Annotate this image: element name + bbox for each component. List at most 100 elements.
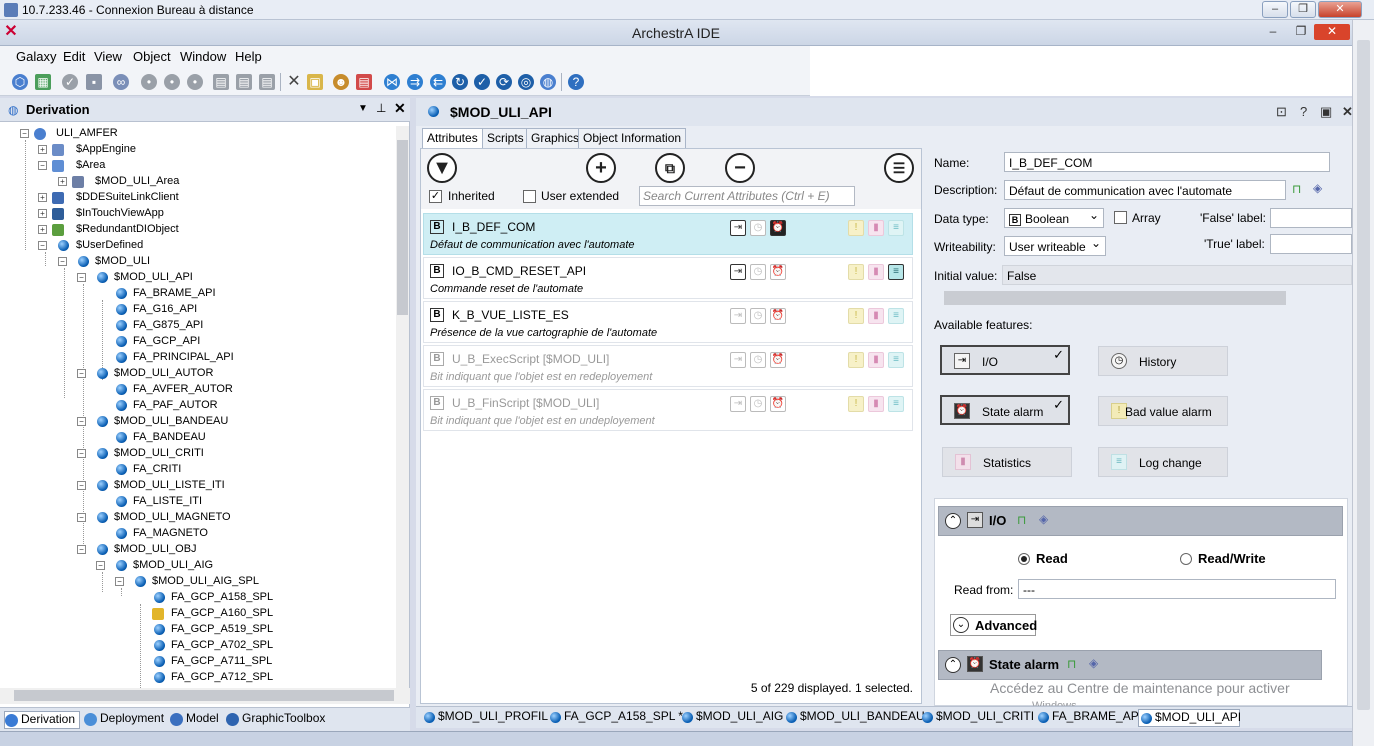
writeability-select[interactable]: User writeable bbox=[1004, 236, 1106, 256]
unlock-icon[interactable]: ⊓ bbox=[1067, 657, 1076, 671]
description-input[interactable]: Défaut de communication avec l'automate bbox=[1004, 180, 1286, 200]
bad-value-alarm-icon[interactable]: ! bbox=[848, 264, 864, 280]
name-input[interactable]: I_B_DEF_COM bbox=[1004, 152, 1330, 172]
history-feature-icon[interactable]: ◷ bbox=[750, 220, 766, 236]
menu-view[interactable]: View bbox=[94, 49, 122, 64]
read-write-radio[interactable] bbox=[1180, 553, 1192, 565]
redeploy-icon[interactable]: ↻ bbox=[452, 74, 468, 90]
filter-icon[interactable]: ▼ bbox=[427, 153, 457, 183]
doc-tab[interactable]: $MOD_ULI_CRITI bbox=[920, 709, 1034, 727]
statistics-icon[interactable]: ▮ bbox=[868, 308, 884, 324]
bad-value-alarm-icon[interactable]: ! bbox=[848, 396, 864, 412]
state-alarm-feature-icon[interactable]: ⏰ bbox=[770, 352, 786, 368]
add-attribute-icon[interactable]: + bbox=[586, 153, 616, 183]
io-feature-icon[interactable]: ⇥ bbox=[730, 396, 746, 412]
io-feature-icon[interactable]: ⇥ bbox=[730, 308, 746, 324]
tool-icon-2[interactable]: • bbox=[164, 74, 180, 90]
menu-help[interactable]: Help bbox=[235, 49, 262, 64]
history-feature-icon[interactable]: ◷ bbox=[750, 308, 766, 324]
array-checkbox[interactable] bbox=[1114, 211, 1127, 224]
collapse-icon[interactable]: ⌃ bbox=[945, 513, 961, 529]
check-in-icon[interactable]: ✓ bbox=[62, 74, 78, 90]
panel-pin-icon[interactable]: ⊥ bbox=[376, 101, 386, 115]
attribute-row[interactable]: B U_B_FinScript [$MOD_ULI] Bit indiquant… bbox=[423, 389, 913, 431]
menu-window[interactable]: Window bbox=[180, 49, 226, 64]
outer-scrollbar[interactable] bbox=[1352, 20, 1374, 746]
menu-galaxy[interactable]: Galaxy bbox=[16, 49, 56, 64]
bad-value-alarm-icon[interactable]: ! bbox=[848, 352, 864, 368]
shield-icon[interactable]: ◈ bbox=[1089, 656, 1098, 670]
tree-vertical-scrollbar[interactable] bbox=[396, 126, 409, 688]
state-alarm-feature-icon[interactable]: ⏰ bbox=[770, 396, 786, 412]
tab-attributes[interactable]: Attributes bbox=[422, 128, 483, 149]
statistics-icon[interactable]: ▮ bbox=[868, 396, 884, 412]
menu-object[interactable]: Object bbox=[133, 49, 171, 64]
unlock-icon[interactable]: ⊓ bbox=[1292, 182, 1301, 196]
statistics-icon[interactable]: ▮ bbox=[868, 352, 884, 368]
state-alarm-feature-icon[interactable]: ⏰ bbox=[770, 264, 786, 280]
statistics-button[interactable]: ▮ Statistics bbox=[942, 447, 1072, 477]
security-icon[interactable]: ▤ bbox=[356, 74, 372, 90]
tab-graphics[interactable]: Graphics bbox=[526, 128, 585, 148]
io-feature-icon[interactable]: ⇥ bbox=[730, 352, 746, 368]
remove-attribute-icon[interactable]: − bbox=[725, 153, 755, 183]
rdp-close-button[interactable]: ✕ bbox=[1318, 1, 1362, 18]
attribute-row[interactable]: B IO_B_CMD_RESET_API Commande reset de l… bbox=[423, 257, 913, 299]
close-editor-icon[interactable]: ✕ bbox=[1342, 104, 1353, 120]
attribute-row[interactable]: B U_B_ExecScript [$MOD_ULI] Bit indiquan… bbox=[423, 345, 913, 387]
tab-deployment[interactable]: Deployment bbox=[84, 711, 166, 729]
rdp-restore-button[interactable]: ❐ bbox=[1290, 1, 1316, 18]
doc-tab[interactable]: FA_GCP_A158_SPL * bbox=[548, 709, 683, 727]
properties-icon[interactable]: ▣ bbox=[307, 74, 323, 90]
false-label-input[interactable] bbox=[1270, 208, 1352, 228]
doc-tab-active[interactable]: $MOD_ULI_API bbox=[1138, 709, 1241, 727]
attribute-row[interactable]: B I_B_DEF_COM Défaut de communication av… bbox=[423, 213, 913, 255]
validate-icon[interactable]: ✓ bbox=[474, 74, 490, 90]
shield-icon[interactable]: ◈ bbox=[1313, 181, 1322, 195]
link-icon[interactable]: ∞ bbox=[113, 74, 129, 90]
attribute-row[interactable]: B K_B_VUE_LISTE_ES Présence de la vue ca… bbox=[423, 301, 913, 343]
compare-icon[interactable]: ◎ bbox=[518, 74, 534, 90]
list-view-icon[interactable]: ☰ bbox=[884, 153, 914, 183]
tab-derivation[interactable]: Derivation bbox=[4, 711, 80, 729]
read-radio[interactable] bbox=[1018, 553, 1030, 565]
state-alarm-feature-icon[interactable]: ⏰ bbox=[770, 220, 786, 236]
ide-restore-button[interactable]: ❐ bbox=[1290, 24, 1312, 40]
state-alarm-feature-button[interactable]: ⏰ State alarm ✓ bbox=[940, 395, 1070, 425]
tool-icon-5[interactable]: ▤ bbox=[236, 74, 252, 90]
history-feature-button[interactable]: ◷ History bbox=[1098, 346, 1228, 376]
user-icon[interactable]: ☻ bbox=[333, 74, 349, 90]
doc-tab[interactable]: FA_BRAME_API bbox=[1036, 709, 1142, 727]
history-feature-icon[interactable]: ◷ bbox=[750, 396, 766, 412]
advanced-toggle[interactable]: ⌄ Advanced bbox=[950, 614, 1037, 636]
doc-tab[interactable]: $MOD_ULI_PROFIL bbox=[422, 709, 548, 727]
tab-object-information[interactable]: Object Information bbox=[578, 128, 687, 148]
log-change-icon[interactable]: ≡ bbox=[888, 352, 904, 368]
log-change-icon[interactable]: ≡ bbox=[888, 264, 904, 280]
initial-value-input[interactable]: False bbox=[1002, 265, 1352, 285]
panel-dropdown-icon[interactable]: ▼ bbox=[358, 103, 368, 114]
globe-icon[interactable]: ◍ bbox=[540, 74, 556, 90]
layout-icon[interactable]: ⊡ bbox=[1276, 104, 1287, 120]
inherited-checkbox[interactable]: ✓ bbox=[429, 190, 442, 203]
tool-icon-1[interactable]: • bbox=[141, 74, 157, 90]
unlock-icon[interactable]: ⊓ bbox=[1017, 513, 1026, 527]
state-alarm-feature-icon[interactable]: ⏰ bbox=[770, 308, 786, 324]
delete-icon[interactable]: ✕ bbox=[286, 74, 302, 90]
history-feature-icon[interactable]: ◷ bbox=[750, 264, 766, 280]
log-change-icon[interactable]: ≡ bbox=[888, 308, 904, 324]
tool-icon-3[interactable]: • bbox=[187, 74, 203, 90]
undeploy-icon[interactable]: ⇇ bbox=[430, 74, 446, 90]
search-attributes-input[interactable]: Search Current Attributes (Ctrl + E) bbox=[639, 186, 855, 206]
deploy-icon[interactable]: ⇉ bbox=[407, 74, 423, 90]
tab-model[interactable]: Model bbox=[170, 711, 224, 729]
io-feature-icon[interactable]: ⇥ bbox=[730, 220, 746, 236]
galaxy-icon[interactable]: ⬡ bbox=[12, 74, 28, 90]
io-group-header[interactable]: ⌃ ⇥ I/O ⊓ ◈ bbox=[938, 506, 1343, 536]
true-label-input[interactable] bbox=[1270, 234, 1352, 254]
bad-value-alarm-icon[interactable]: ! bbox=[848, 220, 864, 236]
rdp-minimize-button[interactable]: – bbox=[1262, 1, 1288, 18]
initial-value-scrollbar[interactable] bbox=[944, 291, 1286, 305]
tab-scripts[interactable]: Scripts bbox=[482, 128, 529, 148]
tool-icon-4[interactable]: ▤ bbox=[213, 74, 229, 90]
